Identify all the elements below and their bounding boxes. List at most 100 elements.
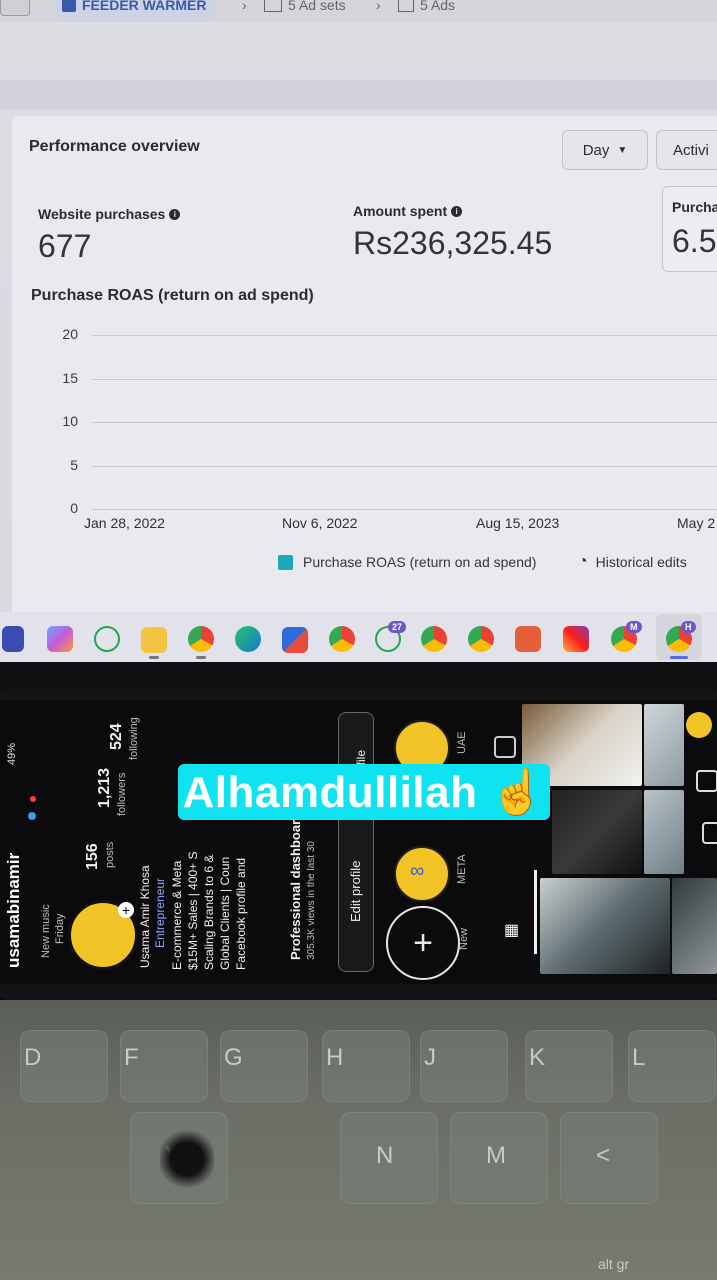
phone-status-battery: 49% — [6, 742, 18, 765]
metric-purchase-roas-label: Purcha — [672, 199, 717, 215]
chrome-icon[interactable] — [329, 626, 355, 652]
keyboard-key-label: N — [376, 1142, 394, 1169]
metric-amount-spent-value: Rs236,325.45 — [353, 225, 553, 261]
grid-tab-icon[interactable]: ▦ — [504, 920, 522, 939]
post-thumbnail[interactable] — [552, 790, 642, 874]
followers-count[interactable]: 1,213 — [96, 768, 114, 808]
instagram-icon[interactable] — [563, 626, 589, 652]
dashboard-sub: 305.3K views in the last 30 — [306, 841, 317, 960]
chart-gridline — [92, 422, 717, 423]
new-highlight-button[interactable]: + — [386, 906, 460, 980]
chart-gridline — [92, 465, 717, 467]
activity-button[interactable]: Activi — [656, 130, 717, 170]
info-icon[interactable]: i — [169, 208, 181, 220]
notification-dot — [30, 796, 36, 802]
chart-gridline — [92, 509, 717, 510]
chart-title: Purchase ROAS (return on ad spend) — [31, 287, 314, 304]
breadcrumb-ads[interactable]: 5 Ads — [398, 0, 455, 18]
chrome-icon-3[interactable] — [468, 626, 494, 652]
edit-profile-label: Edit profile — [348, 860, 363, 922]
dashboard-title[interactable]: Professional dashboar — [288, 820, 303, 960]
legend-series-label[interactable]: Purchase ROAS (return on ad spend) — [303, 554, 536, 570]
keyboard-key-label: J — [424, 1044, 436, 1071]
following-count[interactable]: 524 — [108, 723, 126, 750]
bio-line-3: Scaling Brands to 6 & — [202, 854, 216, 970]
breadcrumb-campaign[interactable]: FEEDER WARMER — [54, 0, 215, 18]
post-thumbnail[interactable] — [672, 878, 717, 974]
bio-role: Entrepreneur — [153, 877, 167, 948]
grid-icon — [264, 0, 282, 12]
followers-label[interactable]: followers — [116, 773, 128, 816]
following-label[interactable]: following — [128, 717, 140, 760]
info-icon[interactable]: i — [451, 205, 463, 217]
performance-card — [12, 116, 717, 612]
keyboard-key-label: L — [632, 1044, 646, 1071]
profile-h-badge: H — [681, 621, 696, 633]
section-divider — [0, 80, 717, 110]
historical-edits-toggle[interactable]: ◔ Historical edits — [578, 553, 687, 571]
breadcrumb-adsets[interactable]: 5 Ad sets — [264, 0, 346, 18]
y-axis-tick-label: 5 — [70, 456, 78, 473]
metric-website-purchases-value: 677 — [38, 228, 92, 264]
chart-gridline — [92, 335, 717, 336]
bio-name: Usama Amir Khosa — [138, 865, 152, 968]
active-tab-indicator — [534, 870, 537, 954]
folder-icon — [62, 0, 76, 12]
y-axis-tick-label: 10 — [62, 413, 78, 429]
caret-down-icon: ▼ — [617, 144, 628, 156]
verified-icon — [28, 812, 36, 820]
add-story-icon[interactable]: + — [118, 902, 134, 918]
keyboard-key-label: H — [326, 1044, 344, 1071]
bio-line-2: $15M+ Sales | 400+ S — [186, 851, 200, 970]
x-axis-tick-label: Jan 28, 2022 — [84, 515, 165, 531]
metric-label-text: Website purchases — [38, 206, 166, 222]
bio-line-5[interactable]: Facebook profile and — [234, 858, 248, 970]
side-avatar[interactable] — [686, 712, 712, 738]
gauge-icon: ◔ — [578, 553, 588, 570]
monitor-screen: FEEDER WARMER › 5 Ad sets › 5 Ads Perfor… — [0, 0, 717, 612]
file-explorer-icon[interactable] — [141, 627, 167, 653]
tagged-tab-icon[interactable] — [494, 736, 516, 758]
legend-swatch — [278, 555, 293, 570]
sticker-on-key — [160, 1128, 214, 1190]
keyboard-key-label: G — [224, 1044, 243, 1071]
post-thumbnail[interactable] — [540, 878, 670, 974]
historical-edits-label: Historical edits — [595, 554, 687, 570]
x-axis-tick-label: May 2 — [677, 515, 716, 531]
breadcrumb-ads-label: 5 Ads — [420, 0, 456, 13]
period-dropdown-label: Day — [582, 141, 610, 159]
edge-icon[interactable] — [235, 626, 261, 652]
copilot-icon[interactable] — [47, 626, 73, 652]
highlight-uae-label: UAE — [456, 731, 468, 754]
store-icon[interactable] — [282, 627, 308, 653]
menu-tab-icon[interactable] — [702, 822, 717, 844]
sidebar-toggle-icon[interactable] — [0, 0, 30, 16]
running-indicator — [149, 656, 159, 659]
metric-website-purchases-label: Website purchases i — [38, 206, 181, 222]
breadcrumb-separator-1: › — [242, 0, 247, 13]
reels-tab-icon[interactable] — [696, 770, 717, 792]
profile-username[interactable]: usamabinamir — [4, 853, 24, 968]
period-dropdown[interactable]: Day ▼ — [562, 130, 648, 170]
downloader-icon[interactable] — [515, 626, 541, 652]
breadcrumb-campaign-label: FEEDER WARMER — [82, 0, 207, 13]
running-indicator — [196, 656, 206, 659]
activity-button-label: Activi — [673, 141, 709, 159]
bio-line-4: Global Clients | Coun — [218, 856, 232, 970]
chrome-profile-icon[interactable] — [188, 626, 214, 652]
meet-icon[interactable] — [2, 626, 24, 652]
profile-m-badge: M — [626, 621, 642, 633]
meta-logo-icon: ∞ — [410, 860, 425, 882]
posts-count: 156 — [84, 843, 101, 870]
metric-purchase-roas-value: 6.5 — [672, 223, 717, 259]
chrome-icon-2[interactable] — [421, 626, 447, 652]
highlight-new-music-sub: Friday — [54, 913, 66, 944]
highlight-new-label: New — [458, 927, 470, 950]
active-indicator — [670, 656, 688, 659]
whatsapp-icon[interactable] — [94, 626, 120, 652]
post-thumbnail[interactable] — [644, 704, 684, 786]
keyboard-key-label: K — [529, 1044, 546, 1071]
breadcrumb-separator-2: › — [376, 0, 381, 13]
post-thumbnail[interactable] — [644, 790, 684, 874]
metric-amount-spent-label: Amount spent i — [353, 203, 463, 219]
